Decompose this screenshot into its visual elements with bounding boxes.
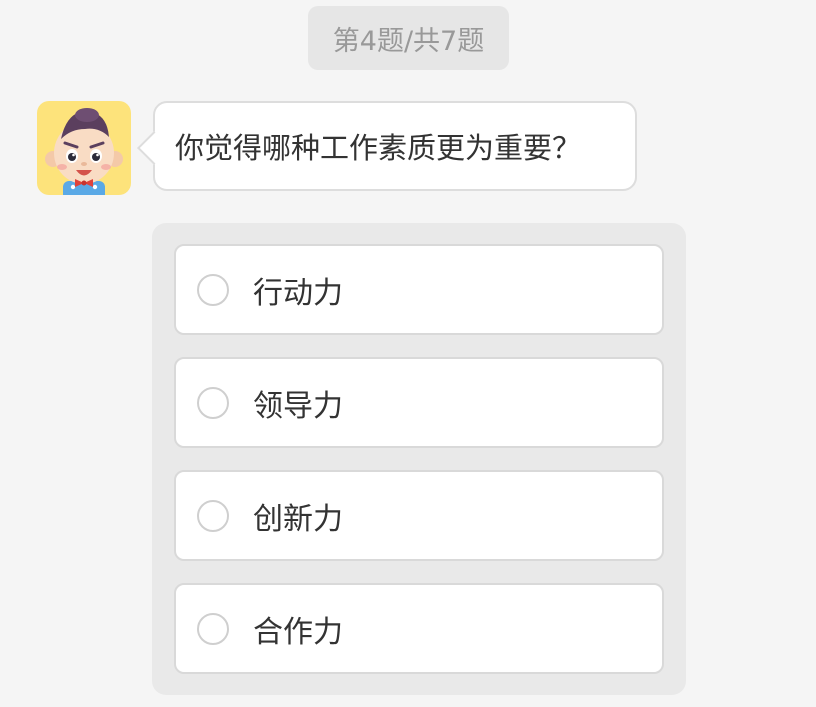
question-text: 你觉得哪种工作素质更为重要？: [175, 131, 582, 165]
option-1[interactable]: 行动力: [174, 244, 664, 335]
options-panel: 行动力 领导力 创新力 合作力: [152, 223, 686, 695]
option-label: 行动力: [253, 275, 343, 311]
option-3[interactable]: 创新力: [174, 470, 664, 561]
option-label: 合作力: [253, 614, 343, 650]
option-label: 创新力: [253, 501, 343, 537]
option-2[interactable]: 领导力: [174, 357, 664, 448]
avatar: [37, 101, 131, 195]
option-label: 领导力: [253, 388, 343, 424]
question-bubble: 你觉得哪种工作素质更为重要？: [153, 101, 637, 191]
question-progress-badge: 第4题/共7题: [308, 6, 509, 70]
quiz-page: 第4题/共7题 你觉得哪种工作素质更为重要？ 行动力 领导力 创新力 合作力: [0, 0, 816, 707]
option-4[interactable]: 合作力: [174, 583, 664, 674]
question-progress-text: 第4题/共7题: [332, 25, 485, 57]
radio-circle-icon[interactable]: [197, 273, 229, 306]
cartoon-boy-avatar-icon: [45, 108, 123, 195]
radio-circle-icon[interactable]: [197, 612, 229, 645]
radio-circle-icon[interactable]: [197, 386, 229, 419]
radio-circle-icon[interactable]: [197, 499, 229, 532]
